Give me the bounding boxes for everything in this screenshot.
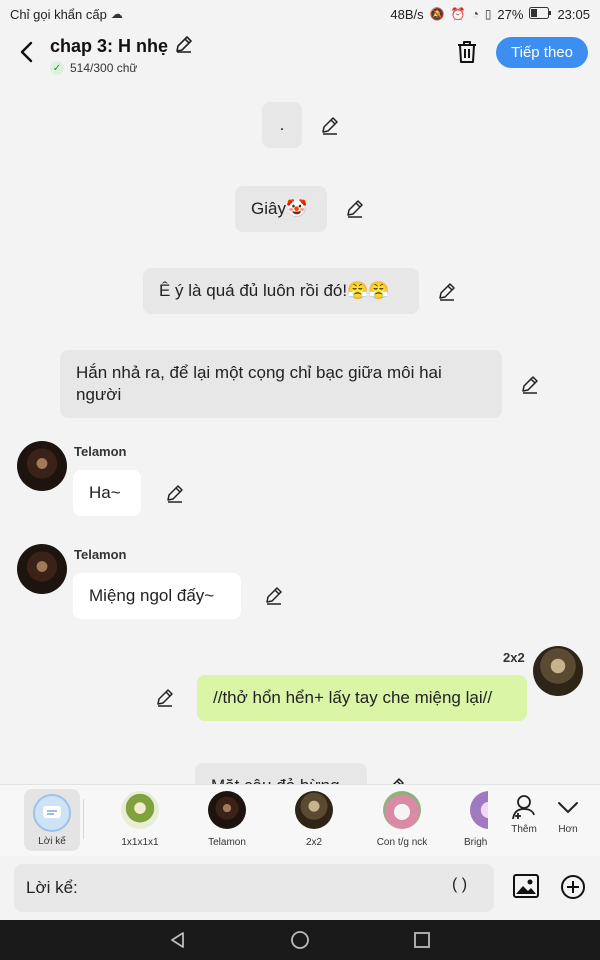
parentheses-button[interactable]: ( ) xyxy=(452,876,467,894)
narration-text: . xyxy=(279,115,285,134)
edit-icon[interactable] xyxy=(520,375,540,395)
edit-icon[interactable] xyxy=(155,688,175,708)
input-bar: Lời kể: ( ) xyxy=(0,856,600,920)
next-button[interactable]: Tiếp theo xyxy=(496,37,588,68)
character-avatar xyxy=(121,791,159,829)
nav-back-icon[interactable] xyxy=(168,930,188,950)
back-button[interactable] xyxy=(14,38,38,66)
more-button[interactable]: Hơn xyxy=(548,793,588,835)
message-bubble[interactable]: Miệng ngol đấy~ xyxy=(73,573,241,619)
sender-name: Telamon xyxy=(74,444,127,459)
avatar-2x2[interactable] xyxy=(533,646,583,696)
message-text: Ha~ xyxy=(89,483,121,502)
chat-area: . Giây🤡 Ê ý là quá đủ luôn rồi đó!😤😤 Hắn… xyxy=(0,80,600,784)
time-text: 23:05 xyxy=(557,6,590,22)
narration-bubble[interactable]: Giây🤡 xyxy=(235,186,327,232)
character-con-tg-nck[interactable]: Con t/g nck xyxy=(362,791,442,848)
message-text: Miệng ngol đấy~ xyxy=(89,586,215,605)
chevron-down-icon xyxy=(558,802,578,813)
character-brigh[interactable]: Brigh xyxy=(452,791,488,848)
narration-bubble[interactable]: Ê ý là quá đủ luôn rồi đó!😤😤 xyxy=(143,268,419,314)
nav-recents-icon[interactable] xyxy=(412,930,432,950)
character-name: Telamon xyxy=(208,837,246,848)
avatar-telamon[interactable] xyxy=(17,544,67,594)
edit-icon[interactable] xyxy=(345,199,365,219)
delete-button[interactable] xyxy=(456,40,480,66)
character-name: Lời kể xyxy=(38,836,66,847)
edit-icon[interactable] xyxy=(386,777,406,784)
edit-icon[interactable] xyxy=(320,116,340,136)
narration-bubble[interactable]: Mặt cậu đỏ bừng xyxy=(195,763,367,784)
character-telamon[interactable]: Telamon xyxy=(187,791,267,848)
divider xyxy=(83,799,84,839)
message-text: //thở hổn hển+ lấy tay che miệng lại// xyxy=(213,688,493,707)
word-count: 514/300 chữ xyxy=(70,61,138,75)
character-avatar xyxy=(383,791,421,829)
sender-name: Telamon xyxy=(74,547,127,562)
character-name: Con t/g nck xyxy=(376,837,428,848)
character-name: Brigh xyxy=(464,837,488,848)
more-label: Hơn xyxy=(558,824,578,835)
nav-home-icon[interactable] xyxy=(290,930,310,950)
trash-icon xyxy=(458,41,476,63)
edit-icon[interactable] xyxy=(264,586,284,606)
character-bar: Lời kể 1x1x1x1 Telamon 2x2 Con t/g nck B… xyxy=(0,784,600,856)
narrator-icon xyxy=(33,794,71,832)
edit-icon[interactable] xyxy=(165,484,185,504)
add-label: Thêm xyxy=(511,824,537,835)
chapter-title: chap 3: H nhẹ xyxy=(50,36,169,56)
image-icon[interactable] xyxy=(512,872,540,900)
character-avatar xyxy=(208,791,246,829)
edit-title-icon[interactable] xyxy=(174,34,194,59)
narration-text: Giây🤡 xyxy=(251,199,308,218)
narration-text: Hắn nhả ra, để lại một cọng chỉ bạc giữa… xyxy=(76,363,442,404)
cloud-icon: ☁ xyxy=(110,7,123,21)
narration-text: Mặt cậu đỏ bừng xyxy=(211,775,340,784)
header: chap 3: H nhẹ ✓ 514/300 chữ Tiếp theo xyxy=(0,28,600,80)
check-icon: ✓ xyxy=(50,61,64,75)
narration-input[interactable]: Lời kể: xyxy=(14,864,494,912)
carrier-text: Chỉ gọi khẩn cấp xyxy=(10,6,107,22)
add-character-button[interactable]: Thêm xyxy=(504,793,544,835)
back-arrow-icon xyxy=(20,41,33,63)
character-1x1x1x1[interactable]: 1x1x1x1 xyxy=(100,791,180,848)
alarm-icon: ⏰ xyxy=(450,7,466,21)
add-user-icon xyxy=(512,795,535,820)
narration-bubble[interactable]: Hắn nhả ra, để lại một cọng chỉ bạc giữa… xyxy=(60,350,502,418)
narration-text: Ê ý là quá đủ luôn rồi đó!😤😤 xyxy=(159,281,390,300)
title-block: chap 3: H nhẹ ✓ 514/300 chữ xyxy=(50,34,194,75)
avatar-telamon[interactable] xyxy=(17,441,67,491)
character-name: 1x1x1x1 xyxy=(121,837,159,848)
message-bubble[interactable]: Ha~ xyxy=(73,470,141,516)
character-avatar xyxy=(295,791,333,829)
character-2x2[interactable]: 2x2 xyxy=(274,791,354,848)
wifi-icon: ◔ xyxy=(471,7,479,21)
sim-icon: ▯ xyxy=(484,7,492,21)
system-nav-bar xyxy=(0,920,600,960)
character-name: 2x2 xyxy=(305,837,323,848)
sender-name: 2x2 xyxy=(503,650,525,665)
mute-icon: 🔕 xyxy=(429,7,445,21)
status-bar: Chỉ gọi khẩn cấp ☁ 48B/s 🔕 ⏰ ◔ ▯ 27% 23:… xyxy=(0,0,600,28)
plus-icon[interactable] xyxy=(560,874,586,900)
battery-text: 27% xyxy=(497,6,524,22)
narration-bubble[interactable]: . xyxy=(262,102,302,148)
input-label: Lời kể: xyxy=(26,878,78,897)
edit-icon[interactable] xyxy=(437,282,457,302)
character-avatar xyxy=(470,791,488,829)
battery-icon xyxy=(529,6,552,22)
network-speed: 48B/s xyxy=(390,6,424,22)
character-narrator[interactable]: Lời kể xyxy=(24,789,80,851)
message-bubble[interactable]: //thở hổn hển+ lấy tay che miệng lại// xyxy=(197,675,527,721)
